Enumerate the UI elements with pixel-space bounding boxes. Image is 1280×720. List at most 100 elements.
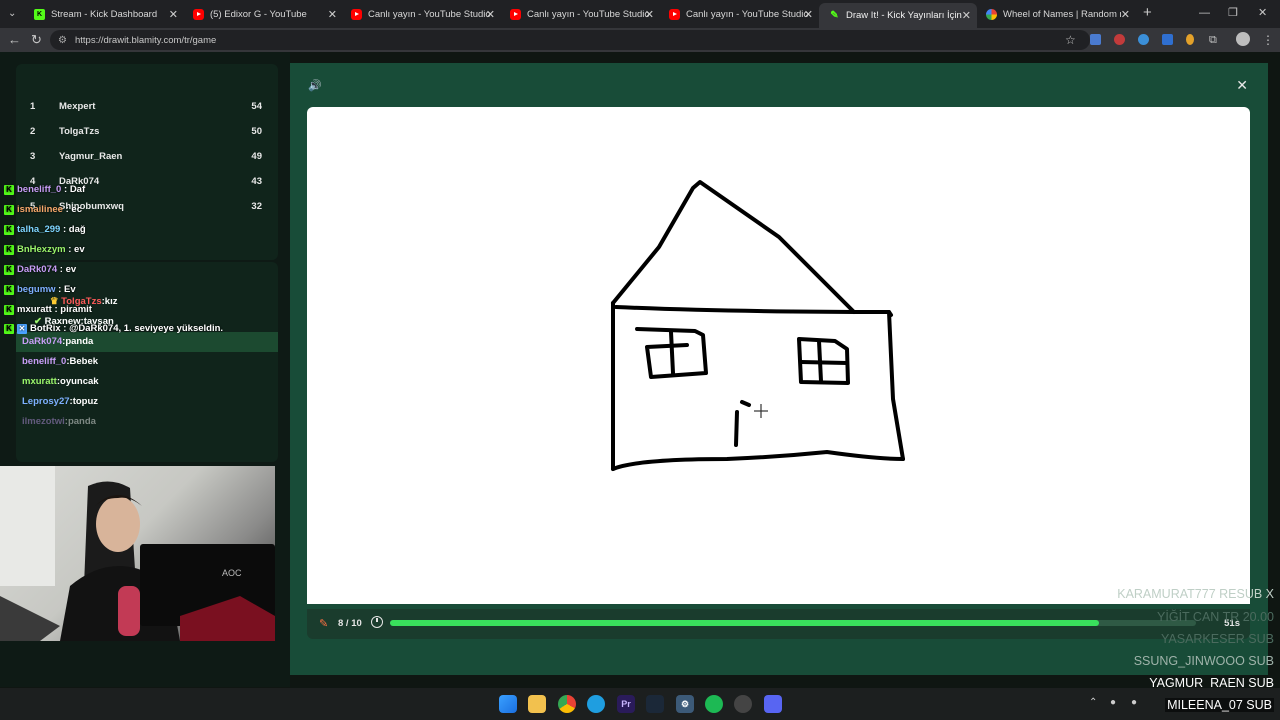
rank: 3 [30,151,36,162]
youtube-icon [669,8,680,20]
premiere-icon[interactable]: Pr [617,695,635,713]
webcam-feed: AOC [0,466,275,641]
close-window-icon[interactable]: ✕ [1258,5,1267,21]
tab-youtube-studio-2[interactable]: Canlı yayın - YouTube Studio ✕ [500,3,660,25]
tab-search-icon[interactable]: ⌄ [8,6,16,22]
stream-chat-line: Kbegumw : Ev [4,284,76,295]
player-name: Yagmur_Raen [59,151,123,162]
close-icon[interactable]: ✕ [1121,8,1130,21]
speaker-icon[interactable]: 🔊 [308,79,322,92]
player-points: 49 [251,151,262,162]
extensions-puzzle-icon[interactable]: ⧉ [1209,32,1217,48]
pencil-icon: ✎ [319,618,329,630]
menu-icon[interactable]: ⋮ [1262,32,1274,48]
tab-youtube[interactable]: (5) Edixor G - YouTube ✕ [183,3,343,25]
chat-user: begumw [17,284,56,295]
tab-title: Draw It! - Kick Yayınları İçin Çizim [846,10,964,21]
settings-icon[interactable]: ⚙ [676,695,694,713]
stream-chat-line: K BnHexzym : ev [4,244,85,255]
chat-line: Leprosy27:topuz [22,396,99,407]
leaderboard-row: 2 TolgaTzs 50 [16,126,278,146]
kick-icon: K [34,8,45,20]
profile-avatar[interactable] [1236,32,1250,46]
player-points: 43 [251,176,262,187]
kick-badge-icon: K [4,225,14,235]
tray-chevron-icon[interactable]: ⌃ [1089,697,1097,708]
tab-youtube-studio-3[interactable]: Canlı yayın - YouTube Studio ✕ [659,3,819,25]
chat-message: ev [74,244,85,255]
new-tab-icon[interactable]: + [1143,5,1152,21]
tab-title: Canlı yayın - YouTube Studio [527,8,650,20]
close-icon[interactable]: ✕ [645,8,654,21]
round-status-bar: ✎ 8 / 10 51s [307,609,1250,639]
chat-user: mxuratt [17,304,52,315]
extension-icon[interactable] [1138,34,1149,45]
chat-message: panda [65,336,94,347]
extension-icon[interactable] [1114,34,1125,45]
stream-chat-line: Kmxuratt : piramit [4,304,92,315]
file-explorer-icon[interactable] [528,695,546,713]
close-icon[interactable]: ✕ [804,8,813,21]
steam-icon[interactable] [646,695,664,713]
sub-ticker-line: MILEENA_07 SUB [1165,698,1274,712]
discord-icon[interactable] [764,695,782,713]
svg-text:AOC: AOC [222,568,242,578]
tab-youtube-studio-1[interactable]: Canlı yayın - YouTube Studio ✕ [341,3,501,25]
tab-wheel-of-names[interactable]: Wheel of Names | Random name ✕ [976,3,1136,25]
rank: 2 [30,126,36,137]
chat-line: ilmezotwi:panda [22,416,96,427]
kick-badge-icon: K [4,185,14,195]
app-icon[interactable] [734,695,752,713]
chat-user: ismailinee [17,204,63,215]
sub-ticker-line: SSUNG_JINWOOO SUB [1133,654,1274,668]
tab-kick-dashboard[interactable]: K Stream - Kick Dashboard ✕ [24,3,184,25]
windows-start-icon[interactable] [499,695,517,713]
url-field[interactable]: ⚙ https://drawit.blamity.com/tr/game [50,30,1090,50]
restore-icon[interactable]: ❐ [1228,5,1238,21]
draw-it-game: 🔊 ✕ ✎ 8 / 10 51s [290,63,1268,675]
leaderboard-row: 1 Mexpert 54 [16,101,278,121]
close-icon[interactable]: ✕ [1236,77,1248,94]
tab-title: Canlı yayın - YouTube Studio [686,8,809,20]
tray-app-icon[interactable]: ● [1110,697,1116,708]
youtube-icon [193,8,204,20]
tab-draw-it[interactable]: ✎ Draw It! - Kick Yayınları İçin Çizim ✕ [819,3,977,28]
tab-title: (5) Edixor G - YouTube [210,8,307,20]
chat-message: ev [65,264,77,275]
translate-extension-icon[interactable] [1090,34,1101,45]
stream-chat-line: Ktalha_299 : dağ [4,224,86,235]
close-icon[interactable]: ✕ [962,9,971,22]
tray-steam-icon[interactable]: ● [1131,697,1137,708]
extension-icon[interactable] [1162,34,1173,45]
bookmark-star-icon[interactable]: ☆ [1065,32,1076,48]
chat-message: dağ [68,224,86,235]
tab-title: Canlı yayın - YouTube Studio [368,8,491,20]
edge-icon[interactable] [587,695,605,713]
kick-badge-icon: K [4,324,14,334]
minimize-icon[interactable]: — [1199,5,1210,21]
chrome-icon[interactable] [558,695,576,713]
windows-taskbar: Pr ⚙ ⌃ ● ● MILEENA_07 SUB [0,688,1280,720]
extension-icon[interactable] [1186,34,1194,45]
leaderboard-row: 3 Yagmur_Raen 49 [16,151,278,171]
drawing-canvas[interactable] [307,107,1250,604]
player-name: Mexpert [59,101,96,112]
youtube-icon [351,8,362,20]
close-icon[interactable]: ✕ [328,8,337,21]
chat-message: ec [71,204,82,215]
kick-badge-icon: K [4,205,14,215]
close-icon[interactable]: ✕ [486,8,495,21]
spotify-icon[interactable] [705,695,723,713]
sub-ticker-line: KARAMURAT777 RESUB X [1117,587,1274,601]
player-name: TolgaTzs [59,126,100,137]
close-icon[interactable]: ✕ [169,8,178,21]
chat-line: beneliff_0:Bebek [22,356,99,367]
reload-icon[interactable]: ↻ [31,32,42,48]
time-progress-bar [390,620,1196,626]
kick-badge-icon: K [4,265,14,275]
site-info-icon[interactable]: ⚙ [58,35,67,46]
chat-message: @DaRk074, 1. seviyeye yükseldin. [69,323,224,334]
back-icon[interactable]: ← [8,32,21,48]
chat-message: piramit [60,304,92,315]
url-text: https://drawit.blamity.com/tr/game [74,34,217,46]
